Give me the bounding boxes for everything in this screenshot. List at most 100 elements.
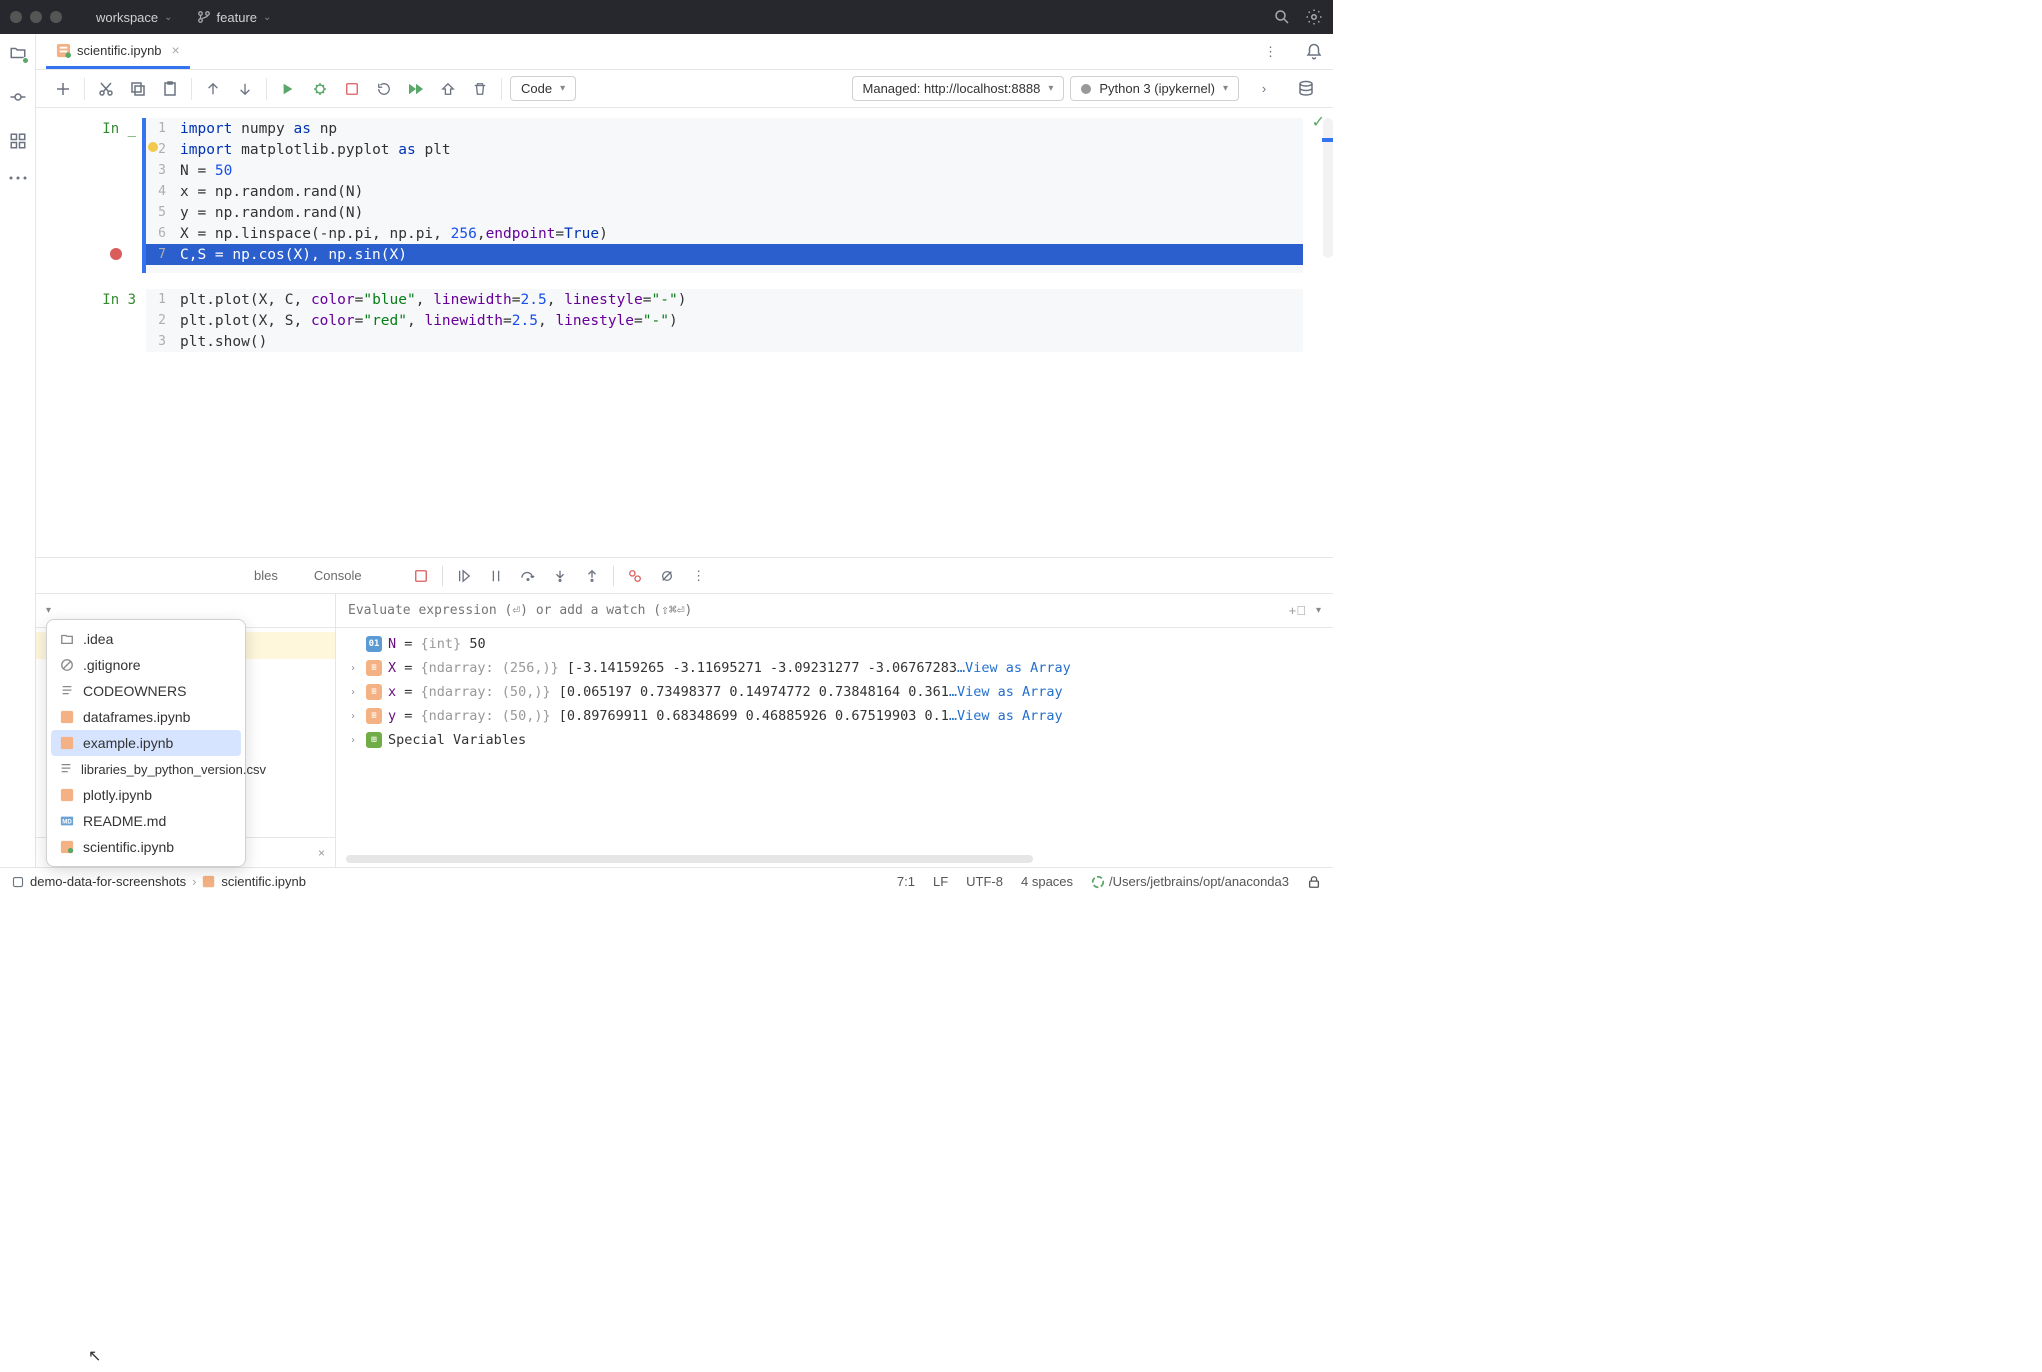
warning-icon[interactable] — [148, 142, 158, 152]
chevron-down-icon: ▾ — [560, 83, 565, 94]
current-line[interactable]: 7C,S = np.cos(X), np.sin(X) — [146, 244, 1303, 265]
view-breakpoints-button[interactable] — [624, 565, 646, 587]
gear-icon[interactable] — [1305, 8, 1323, 26]
kernel-dropdown[interactable]: Python 3 (ipykernel) ▾ — [1070, 76, 1239, 101]
file-item[interactable]: .idea — [47, 626, 245, 652]
stop-button[interactable] — [339, 76, 365, 102]
file-item[interactable]: dataframes.ipynb — [47, 704, 245, 730]
close-icon[interactable]: × — [172, 42, 180, 58]
expand-icon[interactable]: › — [346, 735, 360, 746]
variable-row[interactable]: › ⊞ Special Variables — [336, 728, 1333, 752]
variable-row[interactable]: › ≡ x = {ndarray: (50,)} [0.065197 0.734… — [336, 680, 1333, 704]
close-window[interactable] — [10, 11, 22, 23]
cursor-position[interactable]: 7:1 — [897, 874, 915, 889]
encoding[interactable]: UTF-8 — [966, 874, 1003, 889]
file-item[interactable]: libraries_by_python_version.csv — [47, 756, 245, 782]
view-as-array-link[interactable]: …View as Array — [949, 684, 1063, 700]
kernel-status-icon — [1081, 84, 1091, 94]
database-icon[interactable] — [1293, 76, 1319, 102]
notebook-editor[interactable]: ✓ In _ 1import numpy as np 2import matpl… — [36, 108, 1333, 557]
notebook-icon — [59, 839, 75, 855]
file-tab-label: scientific.ipynb — [77, 43, 162, 58]
add-watch-icon[interactable]: +᳢ — [1289, 603, 1306, 618]
cell-type-dropdown[interactable]: Code ▾ — [510, 76, 576, 101]
file-tab-scientific[interactable]: scientific.ipynb × — [46, 34, 190, 69]
debug-button[interactable] — [307, 76, 333, 102]
variable-row[interactable]: › ≡ X = {ndarray: (256,)} [-3.14159265 -… — [336, 656, 1333, 680]
breakpoint-icon[interactable] — [110, 248, 122, 260]
move-down-button[interactable] — [232, 76, 258, 102]
search-icon[interactable] — [1273, 8, 1291, 26]
cut-button[interactable] — [93, 76, 119, 102]
resume-button[interactable] — [453, 565, 475, 587]
pause-button[interactable] — [485, 565, 507, 587]
notebook-icon — [59, 787, 75, 803]
chevron-down-icon: ▾ — [1048, 83, 1053, 94]
notifications-icon[interactable] — [1305, 43, 1323, 61]
more-vert-icon[interactable]: ⋮ — [688, 565, 710, 587]
file-item[interactable]: plotly.ipynb — [47, 782, 245, 808]
breadcrumb[interactable]: demo-data-for-screenshots › scientific.i… — [12, 874, 306, 889]
notebook-icon — [202, 875, 215, 888]
file-item[interactable]: scientific.ipynb — [47, 834, 245, 860]
interpreter[interactable]: /Users/jetbrains/opt/anaconda3 — [1091, 874, 1289, 889]
expand-icon[interactable]: › — [346, 711, 360, 722]
maximize-window[interactable] — [50, 11, 62, 23]
code-cell[interactable]: In 3 1plt.plot(X, C, color="blue", linew… — [86, 289, 1333, 352]
more-vert-icon[interactable]: ⋮ — [1264, 44, 1277, 60]
step-out-button[interactable] — [581, 565, 603, 587]
panel-tab-variables[interactable]: bles — [246, 564, 286, 587]
clear-button[interactable] — [435, 76, 461, 102]
delete-button[interactable] — [467, 76, 493, 102]
code-cell[interactable]: In _ 1import numpy as np 2import matplot… — [86, 118, 1333, 273]
minimize-window[interactable] — [30, 11, 42, 23]
file-item[interactable]: MDREADME.md — [47, 808, 245, 834]
stop-button[interactable] — [410, 565, 432, 587]
copy-button[interactable] — [125, 76, 151, 102]
run-button[interactable] — [275, 76, 301, 102]
expand-icon[interactable]: › — [346, 663, 360, 674]
panel-tabs: bles Console ⋮ — [36, 558, 1333, 594]
project-name: workspace — [96, 10, 158, 25]
special-badge-icon: ⊞ — [366, 732, 382, 748]
view-as-array-link[interactable]: …View as Array — [957, 660, 1071, 676]
file-item[interactable]: .gitignore — [47, 652, 245, 678]
run-all-button[interactable] — [403, 76, 429, 102]
chevron-down-icon[interactable]: ▾ — [1316, 605, 1321, 616]
server-dropdown[interactable]: Managed: http://localhost:8888 ▾ — [852, 76, 1065, 101]
indent[interactable]: 4 spaces — [1021, 874, 1073, 889]
variable-row[interactable]: › ≡ y = {ndarray: (50,)} [0.89769911 0.6… — [336, 704, 1333, 728]
panel-tab-console[interactable]: Console — [306, 564, 370, 587]
file-item-selected[interactable]: example.ipynb — [51, 730, 241, 756]
lock-icon[interactable] — [1307, 875, 1321, 889]
project-icon[interactable] — [9, 44, 27, 62]
variable-row[interactable]: 01 N = {int} 50 — [336, 632, 1333, 656]
line-ending[interactable]: LF — [933, 874, 948, 889]
chevron-down-icon[interactable]: ▾ — [46, 605, 51, 616]
project-dropdown[interactable]: workspace ⌄ — [88, 6, 181, 29]
paste-button[interactable] — [157, 76, 183, 102]
notebook-toolbar: Code ▾ Managed: http://localhost:8888 ▾ … — [36, 70, 1333, 108]
file-picker-popup[interactable]: .idea .gitignore CODEOWNERS dataframes.i… — [46, 619, 246, 867]
cell-body[interactable]: 1plt.plot(X, C, color="blue", linewidth=… — [146, 289, 1303, 352]
notebook-icon — [59, 735, 75, 751]
variables-list[interactable]: 01 N = {int} 50 › ≡ X = {ndarray: (256,)… — [336, 628, 1333, 855]
cell-body[interactable]: 1import numpy as np 2import matplotlib.p… — [146, 118, 1303, 273]
step-into-button[interactable] — [549, 565, 571, 587]
file-item[interactable]: CODEOWNERS — [47, 678, 245, 704]
step-over-button[interactable] — [517, 565, 539, 587]
more-icon[interactable] — [9, 176, 27, 180]
horizontal-scrollbar[interactable] — [346, 855, 1033, 863]
restart-button[interactable] — [371, 76, 397, 102]
move-up-button[interactable] — [200, 76, 226, 102]
branch-dropdown[interactable]: feature ⌄ — [189, 6, 280, 29]
commit-icon[interactable] — [9, 88, 27, 106]
expand-icon[interactable]: › — [1251, 76, 1277, 102]
close-icon[interactable]: × — [318, 846, 325, 860]
structure-icon[interactable] — [9, 132, 27, 150]
view-as-array-link[interactable]: …View as Array — [949, 708, 1063, 724]
add-cell-button[interactable] — [50, 76, 76, 102]
evaluate-input[interactable] — [348, 603, 1289, 618]
mute-breakpoints-button[interactable] — [656, 565, 678, 587]
expand-icon[interactable]: › — [346, 687, 360, 698]
